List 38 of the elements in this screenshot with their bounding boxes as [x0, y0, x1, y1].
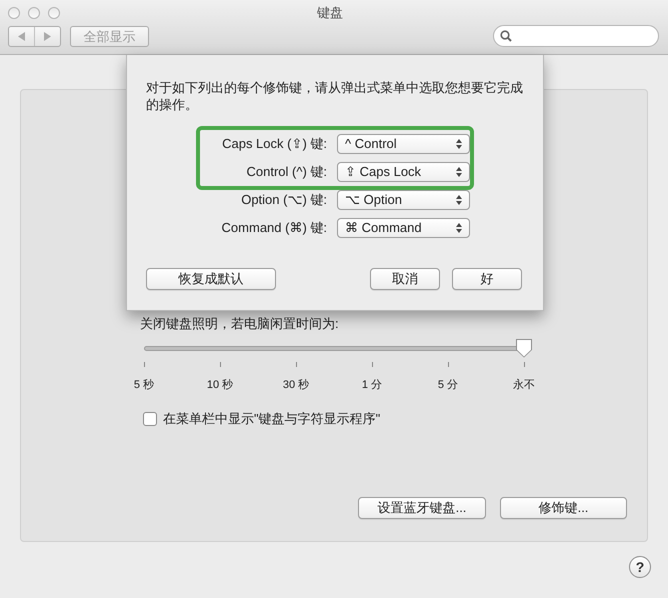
modifier-label: Caps Lock (⇪) 键:	[221, 135, 328, 154]
tick-label: 30 秒	[282, 378, 310, 392]
modifier-label: Option (⌥) 键:	[240, 191, 328, 210]
window-control[interactable]	[8, 6, 20, 18]
updown-arrows-icon	[456, 139, 462, 149]
search-field[interactable]	[493, 25, 659, 47]
checkbox[interactable]	[143, 412, 157, 426]
slider-thumb[interactable]	[516, 338, 532, 358]
tick-label: 永不	[513, 378, 535, 392]
modifier-label: Command (⌘) 键:	[220, 219, 328, 238]
modifier-popup[interactable]: ⇪ Caps Lock	[337, 162, 470, 182]
ok-button[interactable]: 好	[452, 268, 522, 290]
sheet-instructions: 对于如下列出的每个修饰键，请从弹出式菜单中选取您想要它完成的操作。	[146, 79, 524, 113]
modifier-popup[interactable]: ⌘ Command	[337, 218, 470, 238]
cancel-button[interactable]: 取消	[370, 268, 440, 290]
slider-label: 关闭键盘照明，若电脑闲置时间为:	[140, 315, 340, 333]
updown-arrows-icon	[456, 195, 462, 205]
forward-arrow-icon[interactable]	[44, 32, 51, 40]
modifier-popup[interactable]: ^ Control	[337, 134, 470, 154]
modifier-label: Control (^) 键:	[246, 163, 328, 182]
window-control[interactable]	[28, 6, 40, 18]
help-button[interactable]: ?	[629, 556, 651, 578]
tick-label: 1 分	[362, 378, 382, 392]
bluetooth-keyboard-button[interactable]: 设置蓝牙键盘...	[358, 497, 486, 519]
back-forward-control[interactable]	[8, 26, 61, 46]
restore-defaults-button[interactable]: 恢复成默认	[146, 268, 276, 290]
checkbox-label: 在菜单栏中显示"键盘与字符显示程序"	[163, 410, 380, 428]
tick-label: 10 秒	[206, 378, 234, 392]
search-icon	[500, 30, 512, 42]
tick-label: 5 分	[438, 378, 458, 392]
window-title: 键盘	[316, 4, 344, 22]
back-arrow-icon[interactable]	[18, 32, 25, 40]
updown-arrows-icon	[456, 167, 462, 177]
tick-label: 5 秒	[134, 378, 154, 392]
modifier-popup[interactable]: ⌥ Option	[337, 190, 470, 210]
window-control[interactable]	[48, 6, 60, 18]
updown-arrows-icon	[456, 223, 462, 233]
modifier-keys-button[interactable]: 修饰键...	[500, 497, 627, 519]
